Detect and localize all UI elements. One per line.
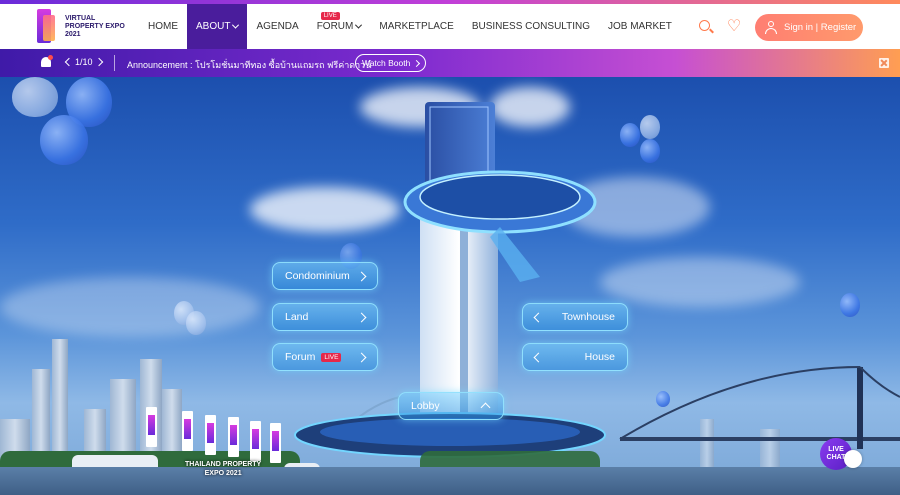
chevron-left-icon	[533, 352, 544, 363]
divider	[114, 55, 115, 71]
live-chat-button[interactable]: LIVE CHAT	[820, 438, 862, 472]
announcement-bar: 1/10 Announcement : โปรโมชั่นมาทีทอง ซื้…	[0, 49, 900, 77]
zone-land-label: Land	[285, 311, 309, 323]
nav-agenda-label: AGENDA	[256, 21, 299, 32]
expo-scene: THAILAND PROPERTY EXPO 2021 Condominium …	[0, 77, 900, 495]
nav-job-market[interactable]: JOB MARKET	[599, 4, 681, 49]
bell-icon[interactable]	[40, 55, 53, 69]
live-badge: LIVE	[321, 352, 342, 362]
zone-forum-button[interactable]: Forum LIVE	[272, 343, 378, 371]
nav-agenda[interactable]: AGENDA	[247, 4, 307, 49]
nav-home[interactable]: HOME	[139, 4, 187, 49]
watch-booth-button[interactable]: Watch Booth	[355, 54, 427, 72]
nav-forum-label: FORUM	[316, 21, 354, 32]
chevron-right-icon	[413, 59, 421, 67]
live-badge: LIVE	[320, 12, 340, 20]
signin-label: Sign in | Register	[784, 22, 857, 33]
heart-icon[interactable]: ♡	[726, 19, 742, 35]
announcement-text: Announcement : โปรโมชั่นมาทีทอง ซื้อบ้าน…	[127, 60, 372, 70]
central-tower	[294, 102, 606, 458]
nav-home-label: HOME	[148, 21, 178, 32]
zone-townhouse-button[interactable]: Townhouse	[522, 303, 628, 331]
signin-register-button[interactable]: Sign in | Register	[755, 14, 863, 41]
nav-business-consulting-label: BUSINESS CONSULTING	[471, 21, 590, 32]
zone-land-button[interactable]: Land	[272, 303, 378, 331]
logo-text: VIRTUAL PROPERTY EXPO 2021	[65, 15, 125, 38]
chevron-up-icon	[480, 402, 491, 413]
banner-flag	[228, 417, 239, 457]
zone-forum-label: Forum	[285, 351, 316, 363]
nav-job-market-label: JOB MARKET	[608, 21, 672, 32]
chevron-right-icon	[356, 352, 367, 363]
logo-mark-icon	[37, 9, 59, 45]
expo-logo[interactable]: VIRTUAL PROPERTY EXPO 2021	[37, 8, 127, 46]
zone-condominium-button[interactable]: Condominium	[272, 262, 378, 290]
banner-flag	[205, 415, 216, 455]
prev-arrow-icon[interactable]	[64, 57, 74, 67]
nav-forum[interactable]: LIVE FORUM	[308, 4, 371, 49]
nav-marketplace-label: MARKETPLACE	[379, 21, 454, 32]
zone-house-label: House	[584, 351, 615, 363]
user-icon	[764, 20, 778, 35]
chat-bubble-icon	[844, 450, 862, 468]
zone-lobby-label: Lobby	[411, 400, 440, 412]
water	[0, 467, 900, 495]
chevron-right-icon	[356, 312, 367, 323]
banner-flag	[270, 423, 281, 463]
watch-booth-label: Watch Booth	[362, 58, 411, 68]
zone-house-button[interactable]: House	[522, 343, 628, 371]
banner-flag	[146, 407, 157, 447]
zone-condominium-label: Condominium	[285, 270, 350, 282]
close-icon[interactable]	[879, 58, 889, 68]
zone-lobby-button[interactable]: Lobby	[398, 392, 504, 420]
next-arrow-icon[interactable]	[94, 57, 103, 67]
search-icon[interactable]	[698, 19, 714, 35]
chevron-down-icon	[355, 21, 363, 29]
zone-townhouse-label: Townhouse	[561, 311, 615, 323]
main-nav: HOME ABOUT AGENDA LIVE FORUM MARKETPLACE…	[139, 4, 681, 49]
nav-about-label: ABOUT	[196, 21, 231, 32]
announcement-pager: 1/10	[64, 57, 103, 67]
nav-business-consulting[interactable]: BUSINESS CONSULTING	[463, 4, 599, 49]
expo-sign: THAILAND PROPERTY EXPO 2021	[185, 461, 262, 477]
site-header: VIRTUAL PROPERTY EXPO 2021 HOME ABOUT AG…	[0, 4, 900, 49]
nav-about[interactable]: ABOUT	[187, 4, 248, 49]
chevron-left-icon	[533, 312, 544, 323]
chevron-right-icon	[356, 271, 367, 282]
chevron-down-icon	[232, 21, 240, 29]
nav-marketplace[interactable]: MARKETPLACE	[370, 4, 462, 49]
pager-count: 1/10	[75, 57, 93, 67]
banner-flag	[182, 411, 193, 451]
banner-flag	[250, 421, 261, 461]
